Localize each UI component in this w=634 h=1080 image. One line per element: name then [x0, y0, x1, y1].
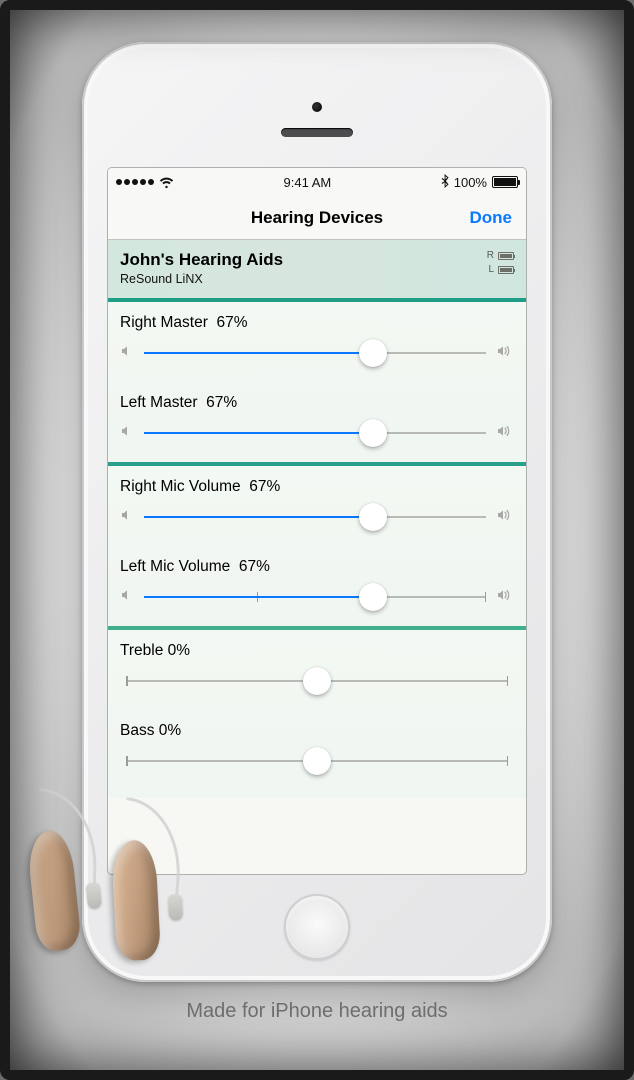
right-master-slider[interactable]	[144, 342, 486, 364]
treble-slider-block: Treble 0%	[108, 630, 526, 710]
left-ear-label: L	[488, 264, 494, 276]
battery-percent: 100%	[454, 175, 487, 190]
volume-min-icon	[120, 424, 134, 443]
right-ear-label: R	[487, 250, 494, 262]
front-camera	[312, 102, 322, 112]
left-mic-slider[interactable]	[144, 586, 486, 608]
treble-slider[interactable]	[126, 670, 508, 692]
volume-max-icon	[496, 424, 514, 443]
wifi-icon	[159, 177, 174, 188]
done-button[interactable]: Done	[470, 208, 513, 228]
tone-section: Treble 0% Bass 0%	[108, 630, 526, 798]
slider-label: Left Mic Volume 67%	[120, 558, 514, 576]
status-time: 9:41 AM	[284, 175, 332, 190]
volume-max-icon	[496, 508, 514, 527]
mic-volume-section: Right Mic Volume 67% Left Mic Volume 67%	[108, 466, 526, 630]
bluetooth-icon	[441, 174, 449, 191]
right-mic-slider[interactable]	[144, 506, 486, 528]
slider-label: Treble 0%	[120, 642, 514, 660]
nav-bar: Hearing Devices Done	[108, 196, 526, 240]
earpiece-speaker	[281, 128, 353, 137]
slider-label: Bass 0%	[120, 722, 514, 740]
screen: 9:41 AM 100% Hearing Devices Done John's…	[108, 168, 526, 874]
volume-max-icon	[496, 344, 514, 363]
right-mic-slider-block: Right Mic Volume 67%	[108, 466, 526, 546]
slider-label: Right Mic Volume 67%	[120, 478, 514, 496]
device-model: ReSound LiNX	[120, 272, 283, 286]
left-master-slider[interactable]	[144, 422, 486, 444]
slider-label: Left Master 67%	[120, 394, 514, 412]
page-title: Hearing Devices	[251, 208, 383, 228]
left-master-slider-block: Left Master 67%	[108, 382, 526, 462]
image-caption: Made for iPhone hearing aids	[0, 1000, 634, 1023]
iphone-device-frame: 9:41 AM 100% Hearing Devices Done John's…	[82, 42, 552, 982]
cell-signal-icon	[116, 179, 154, 185]
device-header[interactable]: John's Hearing Aids ReSound LiNX R L	[108, 240, 526, 302]
left-mic-slider-block: Left Mic Volume 67%	[108, 546, 526, 626]
right-master-slider-block: Right Master 67%	[108, 302, 526, 382]
battery-icon	[492, 176, 518, 188]
volume-min-icon	[120, 588, 134, 607]
volume-min-icon	[120, 344, 134, 363]
slider-label: Right Master 67%	[120, 314, 514, 332]
status-bar: 9:41 AM 100%	[108, 168, 526, 196]
device-battery-indicators: R L	[487, 250, 514, 278]
master-volume-section: Right Master 67% Left Master 67%	[108, 302, 526, 466]
bass-slider-block: Bass 0%	[108, 710, 526, 798]
home-button[interactable]	[284, 894, 350, 960]
volume-max-icon	[496, 588, 514, 607]
right-battery-icon	[498, 252, 514, 260]
device-name: John's Hearing Aids	[120, 250, 283, 270]
left-battery-icon	[498, 266, 514, 274]
bass-slider[interactable]	[126, 750, 508, 772]
volume-min-icon	[120, 508, 134, 527]
